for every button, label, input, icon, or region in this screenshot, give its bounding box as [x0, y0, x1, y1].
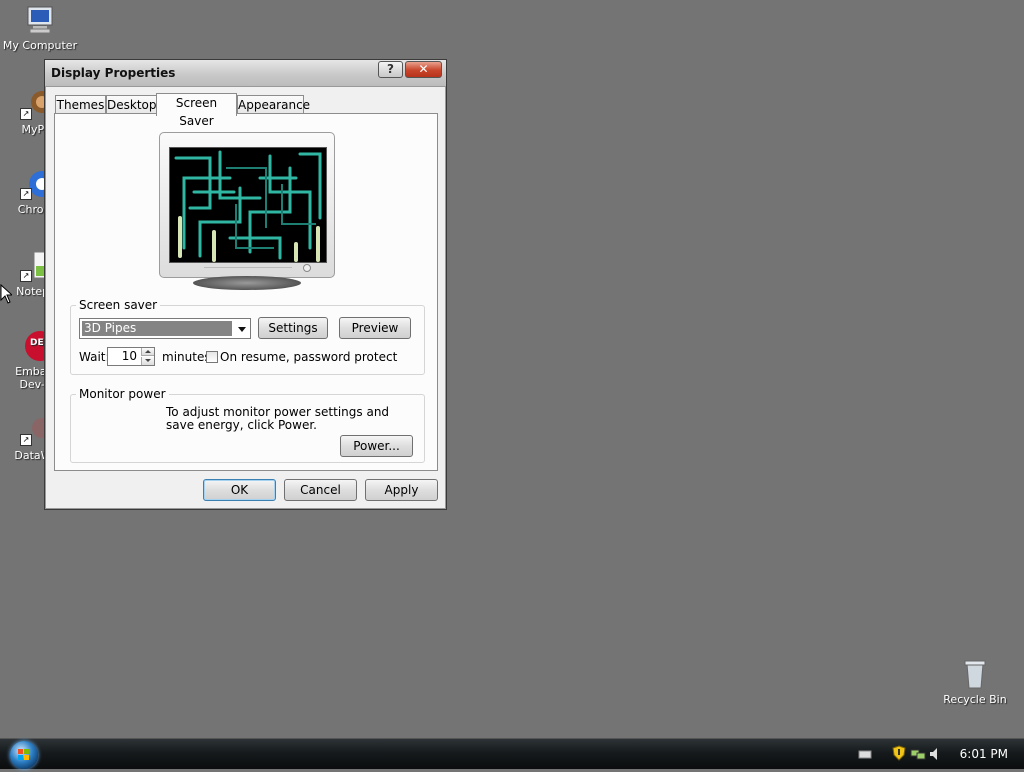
- close-button[interactable]: ✕: [405, 61, 442, 78]
- shortcut-arrow-icon: ↗: [20, 108, 32, 120]
- tab-label: Desktop: [107, 98, 157, 112]
- password-protect-checkbox[interactable]: [206, 351, 218, 363]
- desktop-icon-label: DataWa: [14, 449, 44, 462]
- start-button[interactable]: [10, 741, 38, 769]
- wait-label: Wait:: [79, 350, 110, 364]
- shortcut-arrow-icon: ↗: [20, 188, 32, 200]
- computer-icon: [24, 4, 56, 36]
- monitor-power-group: Monitor power To adjust monitor power se…: [70, 387, 425, 463]
- monitor-stand: [193, 276, 301, 290]
- security-shield-icon[interactable]: [892, 745, 906, 761]
- recycle-bin-icon: [959, 658, 991, 690]
- taskbar: 6:01 PM: [0, 738, 1024, 769]
- desktop-icon-label: MyPa: [21, 123, 44, 136]
- app-icon: ↗: [20, 88, 44, 120]
- screen-saver-group-label: Screen saver: [76, 298, 161, 312]
- tab-themes[interactable]: Themes: [55, 95, 106, 114]
- devcpp-icon: DEV: [20, 330, 44, 362]
- tab-desktop[interactable]: Desktop: [106, 95, 157, 114]
- desktop-icon-recycle-bin[interactable]: Recycle Bin: [935, 658, 1015, 706]
- button-label: Settings: [268, 321, 318, 335]
- cancel-button[interactable]: Cancel: [284, 479, 357, 501]
- tab-label: Themes: [56, 98, 105, 112]
- wait-minutes-value: 10: [121, 349, 137, 363]
- pipes-preview-image: [174, 150, 322, 262]
- desktop-icon-my-computer[interactable]: My Computer: [0, 4, 80, 52]
- system-tray: 6:01 PM: [856, 739, 1024, 769]
- title-bar[interactable]: Display Properties ? ✕: [45, 60, 446, 87]
- wait-minutes-spinner[interactable]: 10: [107, 347, 155, 366]
- mouse-cursor-icon: [0, 284, 12, 304]
- power-button[interactable]: Power...: [340, 435, 413, 457]
- tab-label: Screen Saver: [175, 96, 218, 128]
- notepad-icon: ↗: [20, 250, 44, 282]
- shortcut-arrow-icon: ↗: [20, 434, 32, 446]
- desktop-icon-label: Embarc: [15, 365, 44, 378]
- button-label: Cancel: [300, 483, 341, 497]
- screen-saver-panel: Screen saver 3D Pipes Settings Preview W…: [54, 113, 438, 471]
- settings-button[interactable]: Settings: [258, 317, 328, 339]
- help-icon: ?: [387, 62, 394, 76]
- screen-saver-group: Screen saver 3D Pipes Settings Preview W…: [70, 298, 425, 375]
- desktop-icon-label: My Computer: [2, 39, 78, 52]
- monitor-grill: [204, 267, 292, 274]
- button-label: Power...: [353, 439, 400, 453]
- chrome-icon: ↗: [20, 168, 44, 200]
- spin-down-icon[interactable]: [141, 357, 154, 365]
- password-protect-label[interactable]: On resume, password protect: [220, 350, 397, 364]
- power-led-icon: [303, 264, 311, 272]
- close-icon: ✕: [418, 62, 429, 76]
- network-icon[interactable]: [910, 747, 926, 761]
- preview-screen: [169, 147, 327, 263]
- taskbar-clock[interactable]: 6:01 PM: [960, 747, 1008, 761]
- ok-button[interactable]: OK: [203, 479, 276, 501]
- screen-saver-select[interactable]: 3D Pipes: [79, 318, 251, 339]
- tab-appearance[interactable]: Appearance: [237, 95, 310, 114]
- desktop-icon-embarcadero-devcpp[interactable]: DEV Embarc Dev-C: [0, 330, 44, 391]
- app-icon: ↗: [20, 414, 44, 446]
- display-properties-window: Display Properties ? ✕ Themes Desktop Sc…: [44, 59, 447, 510]
- chevron-down-icon: [238, 327, 246, 332]
- windows-logo-icon: [18, 749, 29, 760]
- desktop-icon-label: Recycle Bin: [943, 693, 1007, 706]
- desktop-icon-datawarehouse[interactable]: ↗ DataWa: [0, 414, 44, 462]
- keyboard-icon[interactable]: [858, 748, 872, 760]
- minutes-label: minutes: [162, 350, 211, 364]
- desktop-icon-mypal[interactable]: ↗ MyPa: [0, 88, 44, 136]
- apply-button[interactable]: Apply: [365, 479, 438, 501]
- monitor-power-group-label: Monitor power: [76, 387, 169, 401]
- window-title: Display Properties: [51, 66, 176, 80]
- button-label: Apply: [384, 483, 419, 497]
- button-label: Preview: [351, 321, 399, 335]
- screen-saver-preview: [159, 132, 335, 290]
- shortcut-arrow-icon: ↗: [20, 270, 32, 282]
- screen-saver-selected-value: 3D Pipes: [82, 321, 232, 336]
- tab-screen-saver[interactable]: Screen Saver: [156, 93, 237, 128]
- volume-icon[interactable]: [928, 746, 942, 762]
- dev-logo-text: DEV: [30, 338, 44, 348]
- help-button[interactable]: ?: [378, 61, 403, 78]
- preview-button[interactable]: Preview: [339, 317, 411, 339]
- desktop-icon-chrome[interactable]: ↗ Chrom: [0, 168, 44, 216]
- monitor-bezel: [159, 132, 335, 278]
- monitor-power-description: To adjust monitor power settings and sav…: [166, 405, 390, 432]
- button-label: OK: [230, 483, 249, 497]
- desktop-icon-label: Dev-C: [19, 378, 44, 391]
- tab-label: Appearance: [238, 98, 311, 112]
- spin-up-icon[interactable]: [141, 348, 154, 356]
- desktop-icon-label: Chrom: [17, 203, 44, 216]
